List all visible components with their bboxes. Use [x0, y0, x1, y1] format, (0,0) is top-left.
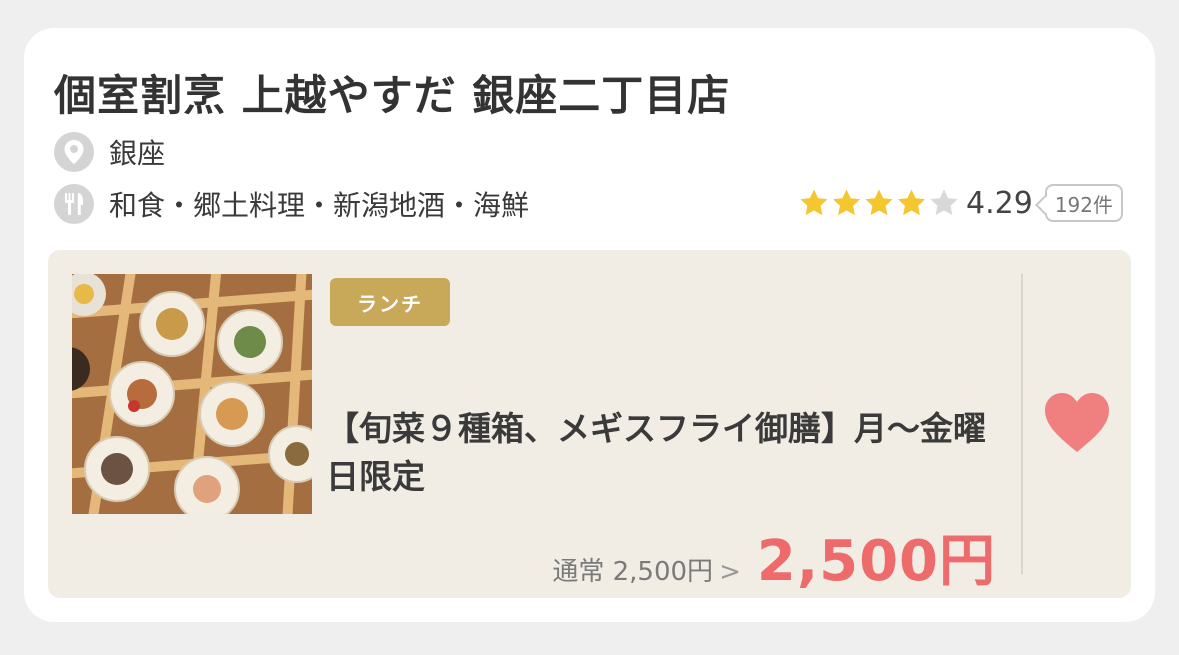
fork-knife-icon [54, 184, 94, 224]
rating-score: 4.29 [966, 185, 1033, 221]
star-icon [865, 189, 893, 216]
plan-card[interactable]: ランチ 【旬菜９種箱、メギスフライ御膳】月〜金曜日限定 通常 2,500円 > … [48, 250, 1131, 598]
star-icon [800, 189, 828, 216]
location-pin-icon [54, 132, 94, 172]
restaurant-card[interactable]: 個室割烹 上越やすだ 銀座二丁目店 銀座 和食・郷土料理・新潟地酒・海鮮 4.2… [24, 28, 1155, 622]
star-icon [898, 189, 926, 216]
plan-price: 2,500円 [756, 529, 996, 594]
price-row: 通常 2,500円 > 2,500円 [552, 516, 996, 597]
heart-icon [1045, 393, 1109, 452]
area-row: 銀座 [54, 132, 165, 172]
divider [1021, 274, 1023, 574]
chevron-right-icon: > [719, 557, 741, 587]
area-label: 銀座 [109, 137, 166, 170]
star-icon [930, 189, 958, 216]
genre-row: 和食・郷土料理・新潟地酒・海鮮 [54, 184, 529, 224]
lunch-badge: ランチ [330, 278, 450, 326]
restaurant-name[interactable]: 個室割烹 上越やすだ 銀座二丁目店 [54, 62, 730, 123]
review-count-badge[interactable]: 192件 [1044, 184, 1123, 222]
star-icon [833, 189, 861, 216]
genre-label: 和食・郷土料理・新潟地酒・海鮮 [109, 189, 530, 222]
rating-summary[interactable]: 4.29 192件 [798, 184, 1123, 222]
favorite-button[interactable] [1043, 392, 1111, 454]
plan-title[interactable]: 【旬菜９種箱、メギスフライ御膳】月〜金曜日限定 [326, 405, 1016, 501]
regular-price: 通常 2,500円 [552, 557, 714, 587]
star-rating [798, 187, 960, 219]
plan-photo [72, 274, 312, 514]
